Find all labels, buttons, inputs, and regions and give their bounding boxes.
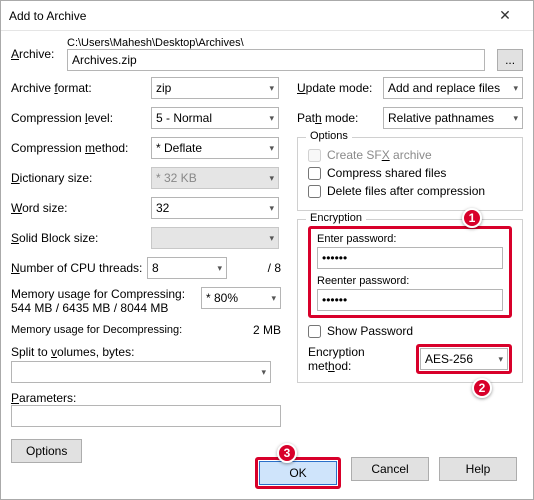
window-title: Add to Archive — [9, 9, 485, 23]
badge-2: 2 — [472, 378, 492, 398]
update-mode-select[interactable]: Add and replace files▾ — [383, 77, 523, 99]
archive-filename-input[interactable] — [67, 49, 485, 71]
cpu-threads-max: / 8 — [231, 261, 281, 275]
word-size-select[interactable]: 32▾ — [151, 197, 279, 219]
parameters-label: Parameters: — [11, 391, 151, 405]
sfx-label: Create SFX archive — [327, 148, 432, 162]
cpu-threads-label: Number of CPU threads: — [11, 261, 147, 275]
help-button[interactable]: Help — [439, 457, 517, 481]
compression-level-label: Compression level: — [11, 111, 151, 125]
solid-block-select: ▾ — [151, 227, 279, 249]
compress-shared-label: Compress shared files — [327, 166, 446, 180]
enter-password-input[interactable] — [317, 247, 503, 269]
encryption-method-label: Encryption method: — [308, 345, 408, 373]
dictionary-size-label: Dictionary size: — [11, 171, 151, 185]
show-password-label: Show Password — [327, 324, 413, 338]
archive-format-label: Archive format: — [11, 81, 151, 95]
dictionary-size-select: * 32 KB▾ — [151, 167, 279, 189]
archive-path: C:\Users\Mahesh\Desktop\Archives\ — [67, 37, 523, 49]
split-volumes-select[interactable]: ▾ — [11, 361, 271, 383]
update-mode-label: Update mode: — [297, 81, 383, 95]
path-mode-label: Path mode: — [297, 111, 383, 125]
badge-3: 3 — [277, 443, 297, 463]
delete-after-label: Delete files after compression — [327, 184, 485, 198]
close-button[interactable]: ✕ — [485, 1, 525, 31]
reenter-password-input[interactable] — [317, 289, 503, 311]
ok-button[interactable]: OK — [259, 461, 337, 485]
mem-decompress-value: 2 MB — [211, 323, 281, 337]
cpu-threads-select[interactable]: 8▾ — [147, 257, 227, 279]
sfx-checkbox — [308, 149, 321, 162]
compress-shared-checkbox[interactable] — [308, 167, 321, 180]
mem-compress-select[interactable]: * 80%▾ — [201, 287, 281, 309]
encryption-method-select[interactable]: AES-256▾ — [420, 348, 508, 370]
mem-compress-label: Memory usage for Compressing: — [11, 287, 191, 301]
badge-1: 1 — [462, 208, 482, 228]
ok-highlight-box: OK — [255, 457, 341, 489]
path-mode-select[interactable]: Relative pathnames▾ — [383, 107, 523, 129]
options-group-title: Options — [306, 130, 352, 142]
archive-label: Archive: — [11, 47, 67, 61]
password-highlight-box: Enter password: Reenter password: — [308, 226, 512, 318]
word-size-label: Word size: — [11, 201, 151, 215]
compression-method-label: Compression method: — [11, 141, 151, 155]
show-password-checkbox[interactable] — [308, 325, 321, 338]
mem-decompress-label: Memory usage for Decompressing: — [11, 324, 211, 336]
browse-button[interactable]: ... — [497, 49, 523, 71]
mem-compress-detail: 544 MB / 6435 MB / 8044 MB — [11, 301, 191, 315]
encryption-group-title: Encryption — [306, 212, 366, 224]
delete-after-checkbox[interactable] — [308, 185, 321, 198]
enter-password-label: Enter password: — [317, 233, 503, 245]
reenter-password-label: Reenter password: — [317, 275, 503, 287]
cancel-button[interactable]: Cancel — [351, 457, 429, 481]
compression-level-select[interactable]: 5 - Normal▾ — [151, 107, 279, 129]
archive-format-select[interactable]: zip▾ — [151, 77, 279, 99]
split-volumes-label: Split to volumes, bytes: — [11, 345, 151, 359]
compression-method-select[interactable]: * Deflate▾ — [151, 137, 279, 159]
solid-block-label: Solid Block size: — [11, 231, 151, 245]
options-button[interactable]: Options — [11, 439, 82, 463]
parameters-input[interactable] — [11, 405, 281, 427]
